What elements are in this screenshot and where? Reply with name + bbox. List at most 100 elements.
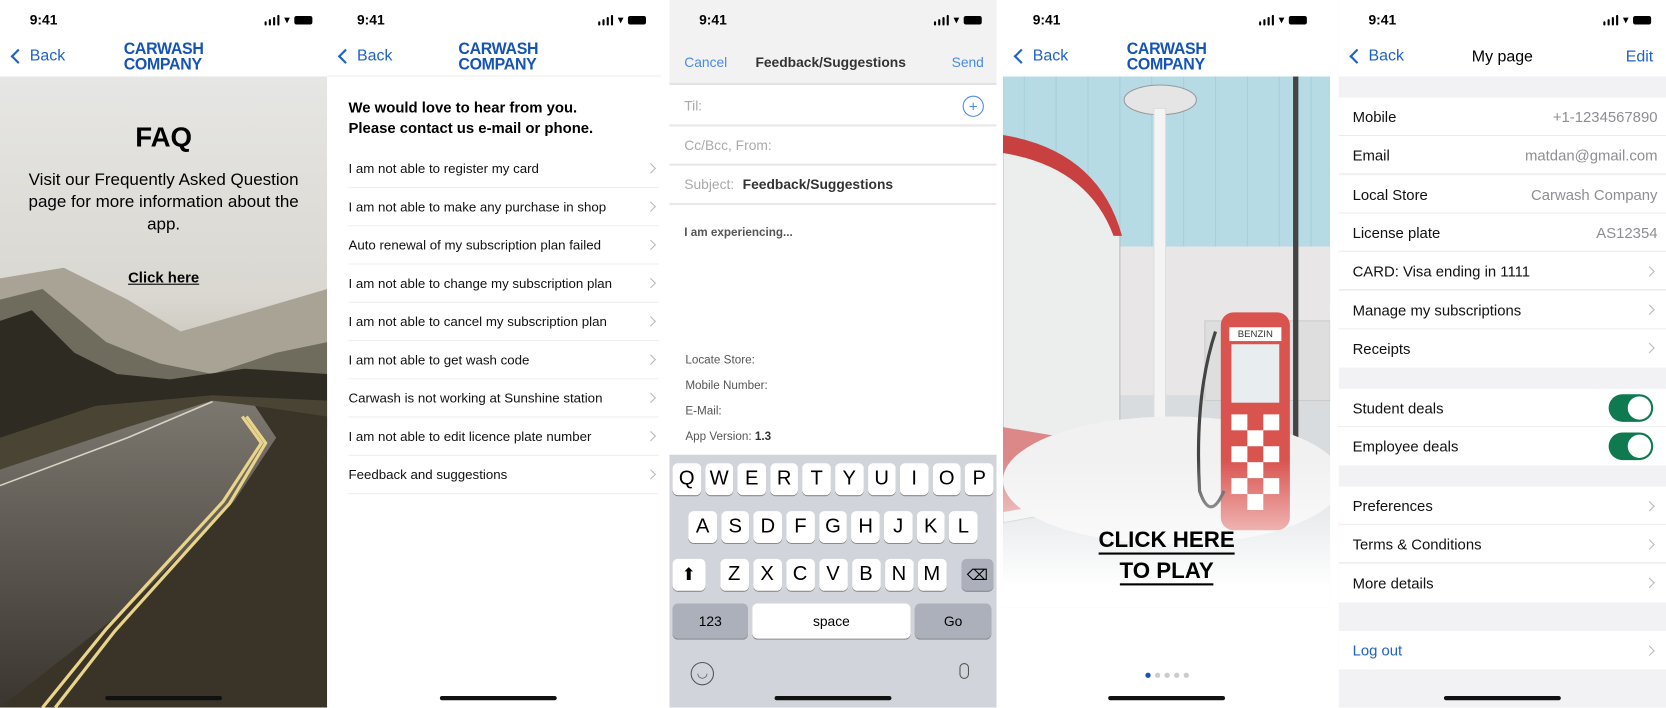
- battery-icon: [627, 15, 646, 24]
- emoji-icon[interactable]: ◡: [690, 661, 714, 686]
- row-label: Employee deals: [1352, 437, 1459, 455]
- toggle-switch[interactable]: [1608, 432, 1654, 461]
- faq-link[interactable]: Click here: [0, 269, 327, 286]
- chevron-right-icon: [645, 163, 657, 174]
- topic-list-item[interactable]: I am not able to make any purchase in sh…: [348, 188, 659, 227]
- page-dot[interactable]: [1144, 672, 1151, 678]
- info-row: Local Store Carwash Company: [1338, 174, 1666, 214]
- send-button[interactable]: Send: [952, 54, 984, 70]
- mail-compose-screen: 9:41 ▾ Cancel Feedback/Suggestions Send T…: [669, 0, 997, 708]
- row-label: CARD: Visa ending in 1111: [1352, 262, 1531, 280]
- topic-list-item[interactable]: I am not able to change my subscription …: [348, 265, 659, 303]
- toggle-switch[interactable]: [1608, 394, 1654, 422]
- link-row[interactable]: Manage my subscriptions: [1338, 290, 1666, 329]
- page-dot[interactable]: [1183, 672, 1189, 678]
- key-f[interactable]: F: [786, 511, 815, 543]
- logout-button[interactable]: Log out: [1338, 631, 1666, 670]
- key-l[interactable]: L: [949, 511, 978, 543]
- chevron-right-icon: [645, 469, 657, 480]
- app-version: App Version: 1.3: [685, 430, 772, 444]
- status-time: 9:41: [699, 11, 727, 28]
- key-e[interactable]: E: [737, 463, 766, 496]
- topic-list-item[interactable]: I am not able to cancel my subscription …: [348, 303, 659, 342]
- key-k[interactable]: K: [916, 511, 945, 543]
- key-v[interactable]: V: [818, 558, 848, 591]
- key-r[interactable]: R: [770, 463, 799, 496]
- chevron-right-icon: [1644, 265, 1655, 277]
- row-value: AS12354: [1596, 224, 1658, 242]
- back-button[interactable]: Back: [9, 46, 66, 65]
- signal-icon: [933, 14, 950, 25]
- key-a[interactable]: A: [688, 511, 717, 543]
- key-z[interactable]: Z: [719, 558, 749, 591]
- back-button[interactable]: Back: [1012, 47, 1068, 65]
- key-o[interactable]: O: [932, 463, 961, 496]
- key-x[interactable]: X: [752, 558, 782, 591]
- key-h[interactable]: H: [851, 511, 880, 543]
- key-i[interactable]: I: [900, 463, 929, 496]
- key-s[interactable]: S: [721, 511, 750, 543]
- status-bar: 9:41 ▾: [1003, 0, 1330, 38]
- nav-bar: Back CARWASH COMPANY: [1003, 38, 1330, 76]
- play-cta[interactable]: CLICK HERE TO PLAY: [1003, 525, 1330, 587]
- key-n[interactable]: N: [884, 558, 914, 591]
- numbers-key[interactable]: 123: [672, 603, 748, 639]
- key-b[interactable]: B: [851, 558, 881, 591]
- row-value: +1-1234567890: [1552, 108, 1658, 126]
- link-row[interactable]: More details: [1338, 563, 1666, 603]
- space-key[interactable]: space: [752, 603, 911, 639]
- key-d[interactable]: D: [753, 511, 783, 543]
- home-indicator: [1108, 695, 1226, 701]
- link-row[interactable]: CARD: Visa ending in 1111: [1338, 252, 1666, 291]
- link-row[interactable]: Receipts: [1338, 329, 1666, 368]
- row-label: Local Store: [1352, 185, 1428, 203]
- microphone-icon[interactable]: [959, 663, 969, 679]
- key-t[interactable]: T: [802, 463, 831, 496]
- key-m[interactable]: M: [917, 558, 947, 591]
- topic-list-item[interactable]: I am not able to get wash code: [348, 341, 659, 380]
- battery-icon: [963, 15, 982, 24]
- chevron-right-icon: [645, 277, 657, 289]
- home-indicator: [439, 695, 557, 701]
- row-value: matdan@gmail.com: [1525, 146, 1658, 164]
- key-y[interactable]: Y: [835, 463, 864, 496]
- page-indicator[interactable]: [1003, 672, 1330, 678]
- key-u[interactable]: U: [867, 463, 896, 496]
- topic-list-item[interactable]: Auto renewal of my subscription plan fai…: [348, 226, 659, 265]
- page-dot[interactable]: [1163, 672, 1170, 678]
- topic-list-item[interactable]: Carwash is not working at Sunshine stati…: [348, 379, 659, 418]
- cc-bcc-field[interactable]: Cc/Bcc, From:: [669, 126, 997, 166]
- topic-list-item[interactable]: I am not able to edit licence plate numb…: [348, 418, 659, 456]
- key-c[interactable]: C: [785, 558, 815, 591]
- topic-list-item[interactable]: Feedback and suggestions: [348, 456, 659, 495]
- link-row[interactable]: Preferences: [1338, 486, 1666, 525]
- cancel-button[interactable]: Cancel: [684, 54, 727, 70]
- key-j[interactable]: J: [884, 511, 913, 543]
- status-time: 9:41: [1032, 11, 1061, 28]
- page-dot[interactable]: [1154, 672, 1160, 678]
- to-field[interactable]: Til: +: [669, 87, 997, 127]
- link-row[interactable]: Terms & Conditions: [1338, 525, 1666, 564]
- row-label: Email: [1352, 146, 1390, 164]
- toggle-row: Student deals: [1338, 388, 1666, 428]
- key-g[interactable]: G: [818, 511, 848, 543]
- shift-key[interactable]: ⬆: [672, 558, 705, 591]
- topic-label: I am not able to make any purchase in sh…: [348, 199, 607, 215]
- edit-button[interactable]: Edit: [1626, 48, 1653, 66]
- go-key[interactable]: Go: [914, 603, 992, 639]
- topic-label: Carwash is not working at Sunshine stati…: [348, 390, 603, 406]
- page-dot[interactable]: [1173, 672, 1179, 678]
- topic-list-item[interactable]: I am not able to register my card: [348, 150, 659, 189]
- add-recipient-icon[interactable]: +: [962, 95, 984, 117]
- cc-label: Cc/Bcc, From:: [684, 137, 772, 153]
- key-w[interactable]: W: [705, 463, 734, 496]
- back-label: Back: [29, 46, 66, 65]
- key-p[interactable]: P: [965, 463, 994, 496]
- back-button[interactable]: Back: [336, 47, 392, 65]
- key-q[interactable]: Q: [672, 463, 701, 496]
- delete-key[interactable]: ⌫: [961, 558, 994, 591]
- status-time: 9:41: [1368, 11, 1397, 28]
- subject-field[interactable]: Subject: Feedback/Suggestions: [669, 166, 997, 206]
- mail-body[interactable]: I am experiencing... Locate Store: Mobil…: [669, 205, 996, 455]
- topic-label: I am not able to cancel my subscription …: [348, 313, 607, 329]
